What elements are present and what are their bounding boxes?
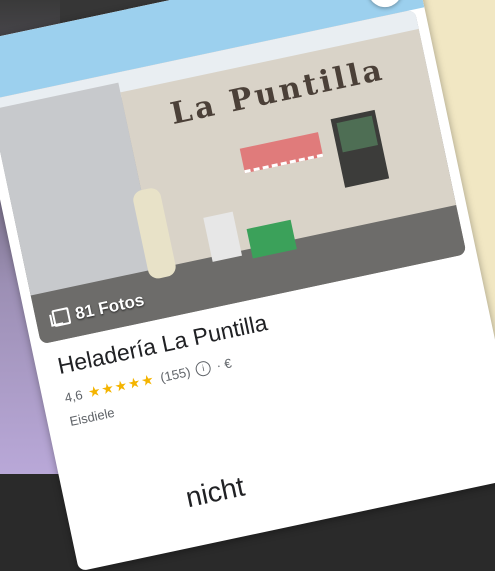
rating-value: 4,6 [63, 387, 85, 406]
gallery-icon [48, 307, 69, 328]
bottom-partial-text: nicht [182, 470, 248, 514]
place-card: La Puntilla 81 Fotos ✕ Heladería La Punt… [0, 0, 495, 571]
close-icon: ✕ [376, 0, 394, 3]
review-count: (155) [158, 364, 192, 386]
info-icon[interactable]: i [194, 359, 213, 378]
price-level: · € [215, 355, 233, 374]
